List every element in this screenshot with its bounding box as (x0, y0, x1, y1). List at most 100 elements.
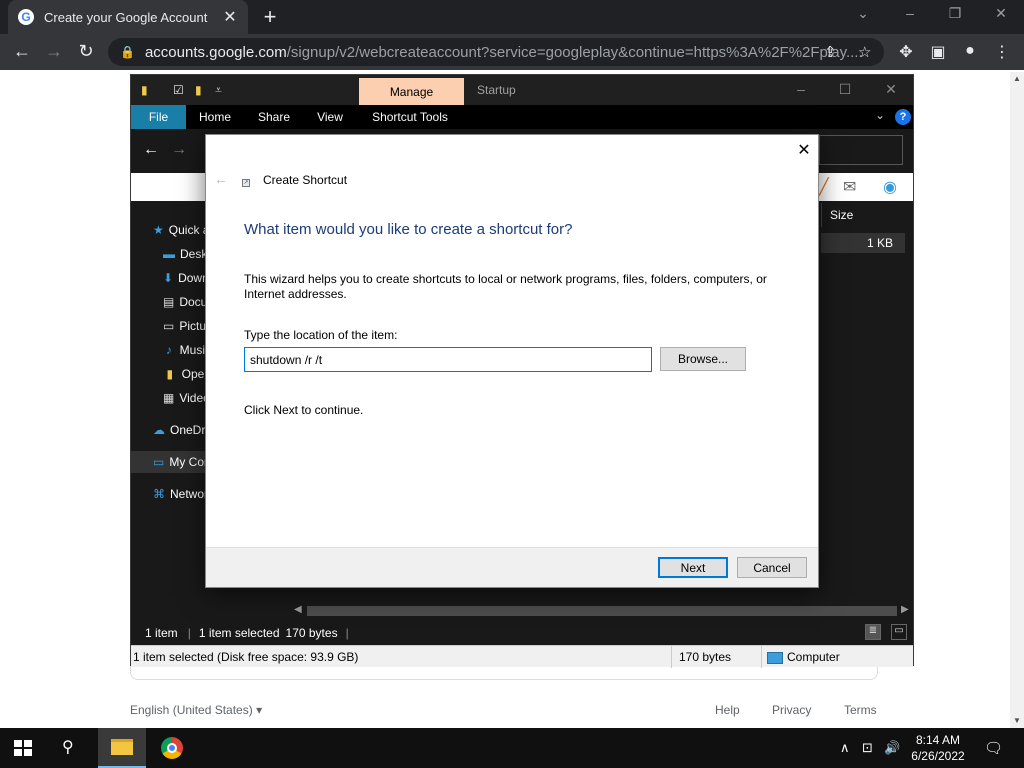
details-view-icon[interactable]: ≣ (865, 624, 881, 640)
privacy-link[interactable]: Privacy (772, 703, 811, 719)
explorer-forward-icon[interactable]: → (171, 141, 187, 159)
expand-ribbon-icon[interactable]: ⌄ (875, 108, 885, 122)
scroll-down-icon[interactable]: ▼ (1010, 716, 1024, 725)
cancel-button[interactable]: Cancel (737, 557, 807, 578)
large-icons-view-icon[interactable]: ▭ (891, 624, 907, 640)
tab-title: Create your Google Account (44, 9, 208, 25)
google-favicon-icon: G (18, 9, 34, 25)
tab-search-icon[interactable]: ⌄ (853, 5, 873, 22)
status-item-count: 1 item (145, 626, 178, 640)
video-icon: ▦ (163, 391, 175, 405)
shell-icon[interactable]: ◉ (883, 177, 897, 197)
status-bytes: 170 bytes (285, 626, 338, 640)
network-tray-icon[interactable]: ⊡ (862, 740, 873, 756)
explorer-search-box[interactable] (819, 135, 903, 165)
new-tab-button[interactable]: + (258, 4, 282, 30)
desktop-icon: ▬ (163, 247, 175, 261)
explorer-minimize-button[interactable]: – (791, 81, 811, 97)
scroll-right-icon[interactable]: ▶ (901, 604, 909, 615)
minimize-button[interactable]: – (900, 5, 920, 21)
language-select[interactable]: English (United States) ▾ (130, 703, 262, 719)
url-path: /signup/v2/webcreateaccount?service=goog… (286, 43, 863, 61)
bookmark-star-icon[interactable]: ☆ (858, 43, 871, 61)
scroll-thumb[interactable] (307, 606, 897, 616)
divider (761, 646, 762, 668)
extensions-icon[interactable]: ✥ (896, 42, 916, 62)
customize-quick-access-icon[interactable]: ⩡ (215, 83, 227, 97)
nav-music[interactable]: ♪ Music (163, 339, 211, 361)
cloud-icon: ☁ (153, 423, 165, 437)
forward-button[interactable]: → (43, 41, 65, 62)
file-row-size[interactable]: 1 KB (821, 233, 905, 253)
new-folder-icon[interactable]: ▮ (195, 83, 207, 97)
tab-view[interactable]: View (307, 105, 353, 129)
wizard-back-icon[interactable]: ← (214, 171, 228, 187)
profile-icon[interactable]: ● (960, 42, 980, 60)
taskbar-file-explorer[interactable] (98, 728, 146, 768)
close-window-button[interactable]: ✕ (991, 5, 1011, 22)
volume-icon[interactable]: 🔊 (884, 740, 900, 756)
search-icon[interactable]: ⚲ (62, 737, 74, 757)
details-status-bar: 1 item selected (Disk free space: 93.9 G… (131, 645, 913, 668)
reload-button[interactable]: ↻ (75, 41, 97, 62)
location-input[interactable] (244, 347, 652, 372)
horizontal-scrollbar[interactable]: ◀ ▶ (291, 603, 913, 619)
lock-icon[interactable]: 🔒 (120, 45, 135, 59)
windows-start-icon[interactable] (14, 740, 32, 756)
nav-pictures[interactable]: ▭Pictures (163, 315, 211, 337)
nav-onedrive[interactable]: ☁OneDrive (153, 419, 211, 441)
tab-file[interactable]: File (131, 105, 186, 129)
pictures-icon: ▭ (163, 319, 175, 333)
back-button[interactable]: ← (11, 41, 33, 62)
taskbar-chrome[interactable] (148, 728, 196, 768)
browser-tab[interactable]: G Create your Google Account ✕ (8, 0, 248, 34)
properties-icon[interactable]: ☑ (173, 83, 185, 97)
address-bar[interactable]: 🔒 accounts.google.com /signup/v2/webcrea… (108, 38, 884, 66)
folder-icon: ▮ (166, 367, 174, 381)
clock[interactable]: 8:14 AM 6/26/2022 (900, 732, 976, 764)
shortcut-icon: ↗ (242, 179, 250, 187)
email-icon[interactable]: ✉ (843, 177, 856, 197)
notifications-icon[interactable]: 🗨 (984, 739, 1003, 757)
show-hidden-icons-icon[interactable]: ∧ (840, 740, 850, 756)
manage-tab[interactable]: Manage (359, 78, 464, 106)
help-link[interactable]: Help (715, 703, 740, 719)
restore-button[interactable]: ❐ (945, 5, 965, 22)
create-shortcut-dialog: ✕ ← ↗ Create Shortcut What item would yo… (205, 134, 819, 588)
tab-share[interactable]: Share (249, 105, 299, 129)
nav-desktop[interactable]: ▬Desktop (163, 243, 211, 265)
nav-quick-access[interactable]: ★Quick access (153, 219, 211, 241)
chrome-menu-icon[interactable]: ⋮ (992, 42, 1012, 62)
share-icon[interactable]: ⇪ (824, 43, 837, 61)
nav-network[interactable]: ⌘ Network (153, 483, 211, 505)
nav-open[interactable]: ▮ Open (163, 363, 211, 385)
side-panel-icon[interactable]: ▣ (928, 42, 948, 62)
nav-my-computer[interactable]: ▭My Computer (131, 451, 211, 473)
explorer-close-button[interactable]: ✕ (881, 81, 901, 98)
rename-icon[interactable]: ╱ (819, 177, 829, 197)
nav-videos[interactable]: ▦Videos (163, 387, 211, 409)
nav-documents[interactable]: ▤Documents (163, 291, 211, 313)
download-icon: ⬇ (163, 271, 174, 285)
page-scrollbar[interactable]: ▲ ▼ (1010, 72, 1024, 728)
status-separator: | (345, 626, 349, 640)
nav-downloads[interactable]: ⬇Downloads (163, 267, 211, 289)
chrome-icon (161, 737, 183, 759)
tab-shortcut-tools[interactable]: Shortcut Tools (363, 105, 457, 129)
dialog-close-icon[interactable]: ✕ (794, 141, 814, 161)
close-tab-icon[interactable]: ✕ (222, 7, 238, 27)
continue-hint: Click Next to continue. (244, 403, 364, 417)
help-icon[interactable]: ? (895, 109, 911, 125)
explorer-maximize-button[interactable]: ☐ (835, 81, 855, 98)
tab-home[interactable]: Home (189, 105, 241, 129)
next-button[interactable]: Next (658, 557, 728, 578)
explorer-back-icon[interactable]: ← (143, 141, 159, 159)
terms-link[interactable]: Terms (844, 703, 877, 719)
browse-button[interactable]: Browse... (660, 347, 746, 371)
scroll-left-icon[interactable]: ◀ (294, 604, 302, 615)
details-location: Computer (767, 650, 840, 664)
scroll-up-icon[interactable]: ▲ (1010, 74, 1024, 83)
chrome-toolbar: ← → ↻ 🔒 accounts.google.com /signup/v2/w… (0, 34, 1024, 70)
location-label: Type the location of the item: (244, 328, 398, 342)
column-header-size[interactable]: Size (821, 203, 905, 227)
